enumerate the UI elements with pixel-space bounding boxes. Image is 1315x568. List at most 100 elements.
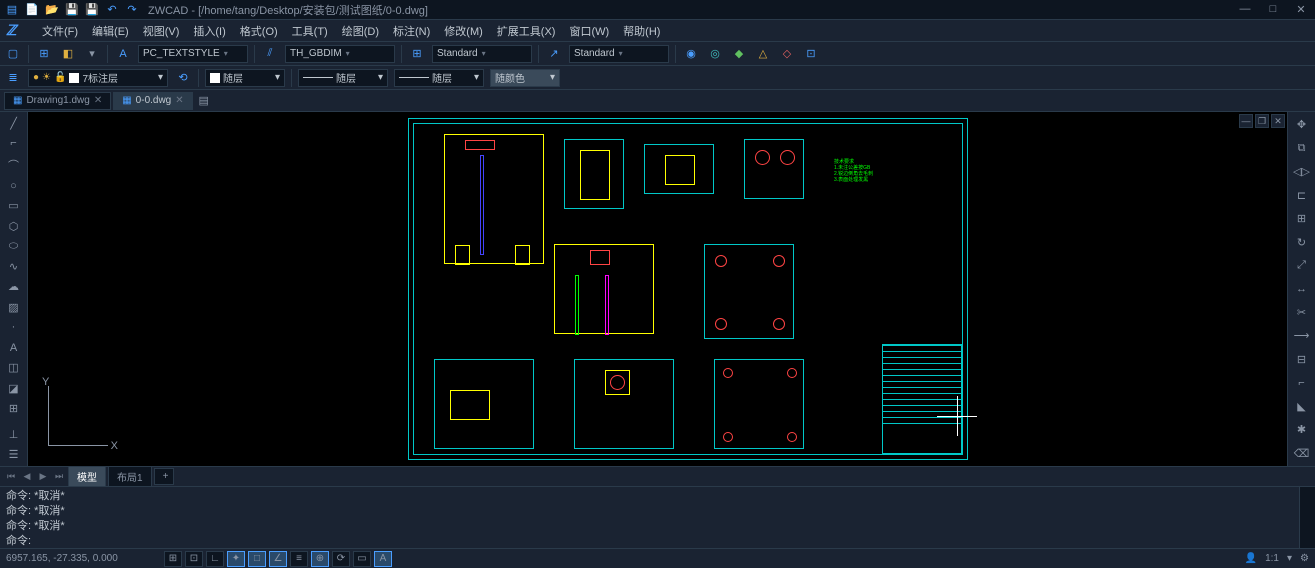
add-layout-button[interactable]: + xyxy=(154,468,174,485)
doc-tab-active[interactable]: ▦ 0-0.dwg ✕ xyxy=(113,92,192,110)
ellipse-icon[interactable]: ⬭ xyxy=(5,239,23,253)
dyn-toggle[interactable]: ⊕ xyxy=(311,551,329,567)
break-icon[interactable]: ⊟ xyxy=(1293,351,1311,368)
hatch-icon[interactable]: ▨ xyxy=(5,300,23,314)
mirror-icon[interactable]: ◁▷ xyxy=(1293,163,1311,180)
grid-toggle[interactable]: ⊞ xyxy=(164,551,182,567)
table-icon[interactable]: ⊞ xyxy=(5,401,23,415)
menu-help[interactable]: 帮助(H) xyxy=(617,21,666,41)
menu-tools[interactable]: 工具(T) xyxy=(286,21,334,41)
extend-icon[interactable]: ⟶ xyxy=(1293,327,1311,344)
tablestyle-dropdown[interactable]: Standard ▾ xyxy=(432,45,532,63)
chamfer-icon[interactable]: ◣ xyxy=(1293,398,1311,415)
grid-icon[interactable]: ⊞ xyxy=(35,45,53,63)
close-icon[interactable]: ✕ xyxy=(175,95,183,106)
menu-dim[interactable]: 标注(N) xyxy=(387,21,436,41)
menu-window[interactable]: 窗口(W) xyxy=(563,21,615,41)
open-icon[interactable]: 📂 xyxy=(44,2,60,18)
plotstyle-dropdown[interactable]: 随颜色 ▾ xyxy=(490,69,560,87)
tool-icon[interactable]: ◇ xyxy=(778,45,796,63)
polar-toggle[interactable]: ✦ xyxy=(227,551,245,567)
color-dropdown[interactable]: 随层 ▾ xyxy=(205,69,285,87)
maximize-button[interactable]: □ xyxy=(1263,3,1283,16)
textstyle-icon[interactable]: A xyxy=(114,45,132,63)
tool-icon[interactable]: ◆ xyxy=(730,45,748,63)
rectangle-icon[interactable]: ▭ xyxy=(5,199,23,213)
anno-toggle[interactable]: A xyxy=(374,551,392,567)
save-icon[interactable]: 💾 xyxy=(64,2,80,18)
mleader-icon[interactable]: ↗ xyxy=(545,45,563,63)
tablestyle-icon[interactable]: ⊞ xyxy=(408,45,426,63)
lineweight-dropdown[interactable]: 随层 ▾ xyxy=(394,69,484,87)
person-icon[interactable]: 👤 xyxy=(1245,553,1257,564)
box-icon[interactable]: ▢ xyxy=(4,45,22,63)
block-icon[interactable]: ◫ xyxy=(5,361,23,375)
region-icon[interactable]: ◪ xyxy=(5,381,23,395)
arc-icon[interactable]: ⌒ xyxy=(5,157,23,173)
new-icon[interactable]: 📄 xyxy=(24,2,40,18)
ortho-toggle[interactable]: ∟ xyxy=(206,551,224,567)
menu-view[interactable]: 视图(V) xyxy=(137,21,186,41)
list-icon[interactable]: ☰ xyxy=(5,448,23,462)
offset-icon[interactable]: ⊏ xyxy=(1293,186,1311,203)
dimstyle-dropdown[interactable]: TH_GBDIM ▾ xyxy=(285,45,395,63)
lwt-toggle[interactable]: ≡ xyxy=(290,551,308,567)
first-icon[interactable]: ⏮ xyxy=(4,470,18,484)
rotate-icon[interactable]: ↻ xyxy=(1293,233,1311,250)
otrack-toggle[interactable]: ∠ xyxy=(269,551,287,567)
layer-prev-icon[interactable]: ⟲ xyxy=(174,69,192,87)
dimstyle-icon[interactable]: ⫽ xyxy=(261,45,279,63)
command-scrollbar[interactable] xyxy=(1299,487,1315,548)
layer-dropdown[interactable]: ● ☀ 🔓 7标注层 ▾ xyxy=(28,69,168,87)
close-icon[interactable]: ✕ xyxy=(1271,114,1285,128)
axis-icon[interactable]: ⊥ xyxy=(5,428,23,442)
mleader-dropdown[interactable]: Standard ▾ xyxy=(569,45,669,63)
close-icon[interactable]: ✕ xyxy=(94,95,102,106)
close-button[interactable]: ✕ xyxy=(1291,3,1311,16)
spline-icon[interactable]: ∿ xyxy=(5,260,23,274)
coordinates-display[interactable]: 6957.165, -27.335, 0.000 xyxy=(6,553,156,564)
redo-icon[interactable]: ↷ xyxy=(124,2,140,18)
color-swatch[interactable]: ◧ xyxy=(59,45,77,63)
tool-icon[interactable]: ◉ xyxy=(682,45,700,63)
tool-icon[interactable]: △ xyxy=(754,45,772,63)
trim-icon[interactable]: ✂ xyxy=(1293,304,1311,321)
save-as-icon[interactable]: 💾 xyxy=(84,2,100,18)
polyline-icon[interactable]: ⌐ xyxy=(5,136,23,150)
array-icon[interactable]: ⊞ xyxy=(1293,210,1311,227)
doc-tab[interactable]: ▦ Drawing1.dwg ✕ xyxy=(4,92,111,110)
circle-icon[interactable]: ○ xyxy=(5,179,23,193)
fillet-icon[interactable]: ⌐ xyxy=(1293,374,1311,391)
last-icon[interactable]: ⏭ xyxy=(52,470,66,484)
explode-icon[interactable]: ✱ xyxy=(1293,421,1311,438)
polygon-icon[interactable]: ⬡ xyxy=(5,219,23,233)
cloud-icon[interactable]: ☁ xyxy=(5,280,23,294)
next-icon[interactable]: ▶ xyxy=(36,470,50,484)
gear-icon[interactable]: ⚙ xyxy=(1300,553,1309,564)
layer-manager-icon[interactable]: ≣ xyxy=(4,69,22,87)
scale-icon[interactable]: ⤢ xyxy=(1293,257,1311,274)
menu-format[interactable]: 格式(O) xyxy=(234,21,284,41)
prev-icon[interactable]: ◀ xyxy=(20,470,34,484)
minimize-button[interactable]: — xyxy=(1235,3,1255,16)
textstyle-dropdown[interactable]: PC_TEXTSTYLE ▾ xyxy=(138,45,248,63)
menu-insert[interactable]: 插入(I) xyxy=(187,21,231,41)
tool-icon[interactable]: ◎ xyxy=(706,45,724,63)
app-menu-icon[interactable]: ▤ xyxy=(4,2,20,18)
layout-tab-layout1[interactable]: 布局1 xyxy=(108,466,152,487)
menu-edit[interactable]: 编辑(E) xyxy=(86,21,135,41)
chevron-down-icon[interactable]: ▾ xyxy=(1287,553,1292,564)
move-icon[interactable]: ✥ xyxy=(1293,116,1311,133)
command-prompt[interactable]: 命令: xyxy=(6,534,1293,548)
snap-toggle[interactable]: ⊡ xyxy=(185,551,203,567)
line-icon[interactable]: ╱ xyxy=(5,116,23,130)
layout-tab-model[interactable]: 模型 xyxy=(68,466,106,487)
minimize-icon[interactable]: — xyxy=(1239,114,1253,128)
cycle-toggle[interactable]: ⟳ xyxy=(332,551,350,567)
text-icon[interactable]: A xyxy=(5,341,23,355)
undo-icon[interactable]: ↶ xyxy=(104,2,120,18)
menu-draw[interactable]: 绘图(D) xyxy=(336,21,385,41)
menu-file[interactable]: 文件(F) xyxy=(36,21,84,41)
erase-icon[interactable]: ⌫ xyxy=(1293,445,1311,462)
menu-extend[interactable]: 扩展工具(X) xyxy=(491,21,562,41)
